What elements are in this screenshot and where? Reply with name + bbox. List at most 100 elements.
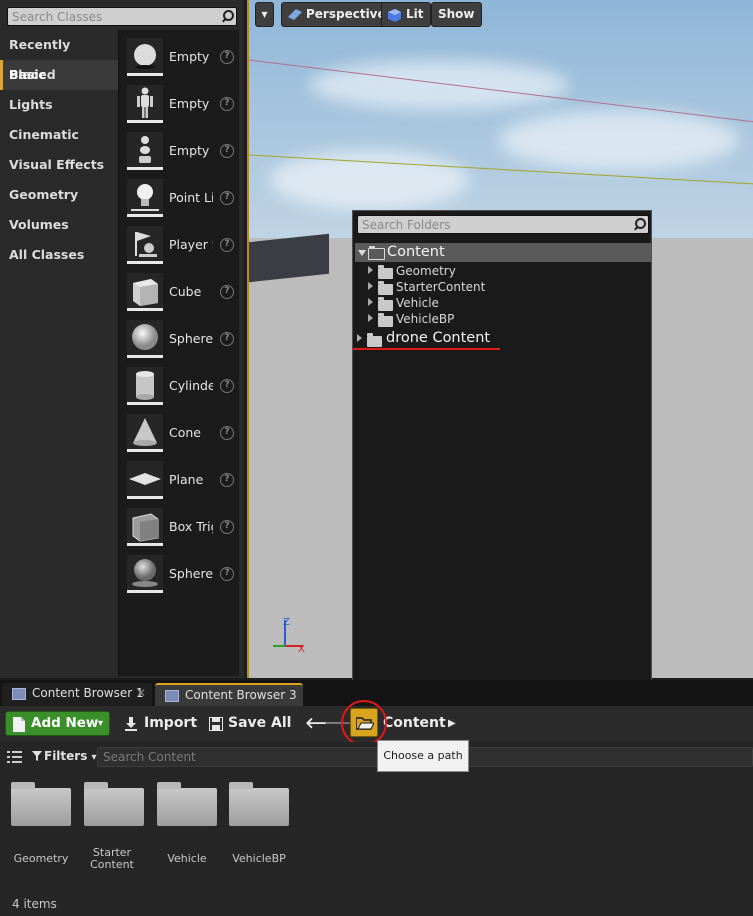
- actor-item-empty-pawn[interactable]: Empty P ?: [125, 132, 239, 172]
- folder-tree-item-vehiclebp[interactable]: VehicleBP: [353, 312, 633, 328]
- folder-tree-item-startercontent[interactable]: StarterContent: [353, 280, 633, 296]
- search-folders-input[interactable]: [358, 216, 623, 233]
- axis-gizmo: Z X: [273, 617, 305, 655]
- help-icon[interactable]: ?: [220, 50, 234, 64]
- folder-tree-item-content[interactable]: Content: [355, 243, 651, 262]
- lit-label: Lit: [406, 7, 424, 21]
- grid-line: [249, 59, 753, 123]
- actor-item-plane[interactable]: Plane ?: [125, 461, 239, 501]
- actor-label: Point Li: [169, 190, 213, 205]
- category-list: Recently Placed Basic Lights Cinematic V…: [0, 30, 118, 270]
- close-icon[interactable]: ✕: [136, 683, 146, 704]
- item-count: 4 items: [12, 897, 57, 911]
- search-classes-field[interactable]: [7, 7, 237, 26]
- path-breadcrumb-content[interactable]: Content: [383, 711, 446, 736]
- expand-arrow-icon[interactable]: [368, 298, 373, 306]
- viewport-options-button[interactable]: ▾: [255, 2, 274, 27]
- annotation-underline: [353, 348, 500, 350]
- category-basic[interactable]: Basic: [0, 60, 118, 90]
- search-icon: [633, 218, 646, 230]
- actor-label: Sphere: [169, 566, 213, 581]
- tab-content-browser-3[interactable]: Content Browser 3: [155, 683, 303, 706]
- add-new-button[interactable]: Add New ▾: [5, 711, 110, 736]
- point-light-icon: [127, 179, 163, 217]
- help-icon[interactable]: ?: [220, 473, 234, 487]
- breadcrumb-chevron-icon[interactable]: ▶: [448, 711, 456, 736]
- plane-icon: [127, 461, 163, 499]
- folder-icon: [378, 297, 393, 311]
- folder-icon: [11, 782, 71, 826]
- help-icon[interactable]: ?: [220, 238, 234, 252]
- actor-label: Cube: [169, 284, 202, 299]
- search-classes-input[interactable]: [8, 8, 218, 25]
- tab-label: Content Browser 1: [32, 686, 144, 700]
- empty-character-icon: [127, 85, 163, 123]
- search-folders-field[interactable]: [357, 215, 649, 234]
- actor-item-sphere-trigger[interactable]: Sphere ?: [125, 555, 239, 595]
- content-browser-icon: [165, 690, 179, 702]
- expand-arrow-icon[interactable]: [368, 282, 373, 290]
- actor-item-empty-actor[interactable]: Empty A ?: [125, 38, 239, 78]
- help-icon[interactable]: ?: [220, 426, 234, 440]
- expand-arrow-icon[interactable]: [368, 266, 373, 274]
- actor-label: Empty C: [169, 96, 213, 111]
- actor-list: Empty A ? Empty C ? Empty P ? Point Li ?…: [118, 30, 239, 676]
- category-geometry[interactable]: Geometry: [0, 180, 118, 210]
- folder-tree-item-geometry[interactable]: Geometry: [353, 264, 633, 280]
- category-visual-effects[interactable]: Visual Effects: [0, 150, 118, 180]
- actor-item-sphere[interactable]: Sphere ?: [125, 320, 239, 360]
- add-new-label: Add New: [31, 715, 99, 731]
- actor-item-cube[interactable]: Cube ?: [125, 273, 239, 313]
- sources-toggle-icon[interactable]: [7, 750, 23, 764]
- save-all-button[interactable]: Save All: [209, 711, 291, 736]
- folder-tree-item-vehicle[interactable]: Vehicle: [353, 296, 633, 312]
- actor-item-box-trigger[interactable]: Box Trig ?: [125, 508, 239, 548]
- folder-open-icon: [368, 246, 385, 260]
- help-icon[interactable]: ?: [220, 97, 234, 111]
- actor-label: Cone: [169, 425, 201, 440]
- help-icon[interactable]: ?: [220, 332, 234, 346]
- help-icon[interactable]: ?: [220, 144, 234, 158]
- actor-item-cylinder[interactable]: Cylinde ?: [125, 367, 239, 407]
- lit-button[interactable]: Lit: [381, 2, 431, 27]
- asset-label: Geometry: [13, 852, 69, 865]
- actor-item-player-start[interactable]: Player S ?: [125, 226, 239, 266]
- actor-label: Plane: [169, 472, 204, 487]
- category-cinematic[interactable]: Cinematic: [0, 120, 118, 150]
- category-all-classes[interactable]: All Classes: [0, 240, 118, 270]
- help-icon[interactable]: ?: [220, 379, 234, 393]
- show-button[interactable]: Show: [431, 2, 482, 27]
- help-icon[interactable]: ?: [220, 567, 234, 581]
- help-icon[interactable]: ?: [220, 191, 234, 205]
- actor-item-cone[interactable]: Cone ?: [125, 414, 239, 454]
- category-recently-placed[interactable]: Recently Placed: [0, 30, 118, 82]
- folder-icon: [378, 265, 393, 279]
- player-start-icon: [127, 226, 163, 264]
- tab-content-browser-1[interactable]: Content Browser 1 ✕: [2, 683, 152, 706]
- help-icon[interactable]: ?: [220, 285, 234, 299]
- asset-folder-vehiclebp[interactable]: VehicleBP: [229, 782, 301, 877]
- category-lights[interactable]: Lights: [0, 90, 118, 120]
- help-icon[interactable]: ?: [220, 520, 234, 534]
- sphere-trigger-icon: [127, 555, 163, 593]
- collapse-arrow-icon[interactable]: [358, 250, 366, 256]
- category-volumes[interactable]: Volumes: [0, 210, 118, 240]
- wall-mesh: [249, 233, 329, 283]
- perspective-label: Perspective: [306, 7, 386, 21]
- perspective-button[interactable]: Perspective: [281, 2, 393, 27]
- folder-icon: [378, 281, 393, 295]
- folder-tree-item-drone-content[interactable]: drone Content: [353, 330, 633, 349]
- expand-arrow-icon[interactable]: [357, 334, 362, 342]
- folder-icon: [229, 782, 289, 826]
- asset-folder-geometry[interactable]: Geometry: [11, 782, 83, 877]
- save-icon: [209, 717, 223, 731]
- actor-item-point-light[interactable]: Point Li ?: [125, 179, 239, 219]
- import-button[interactable]: Import: [124, 711, 197, 736]
- actor-item-empty-character[interactable]: Empty C ?: [125, 85, 239, 125]
- expand-arrow-icon[interactable]: [368, 314, 373, 322]
- filters-button[interactable]: Filters ▾: [32, 749, 97, 763]
- search-icon: [221, 10, 234, 22]
- asset-label: VehicleBP: [232, 852, 286, 865]
- choose-path-tooltip: Choose a path: [377, 740, 469, 772]
- tab-label: Content Browser 3: [185, 688, 297, 702]
